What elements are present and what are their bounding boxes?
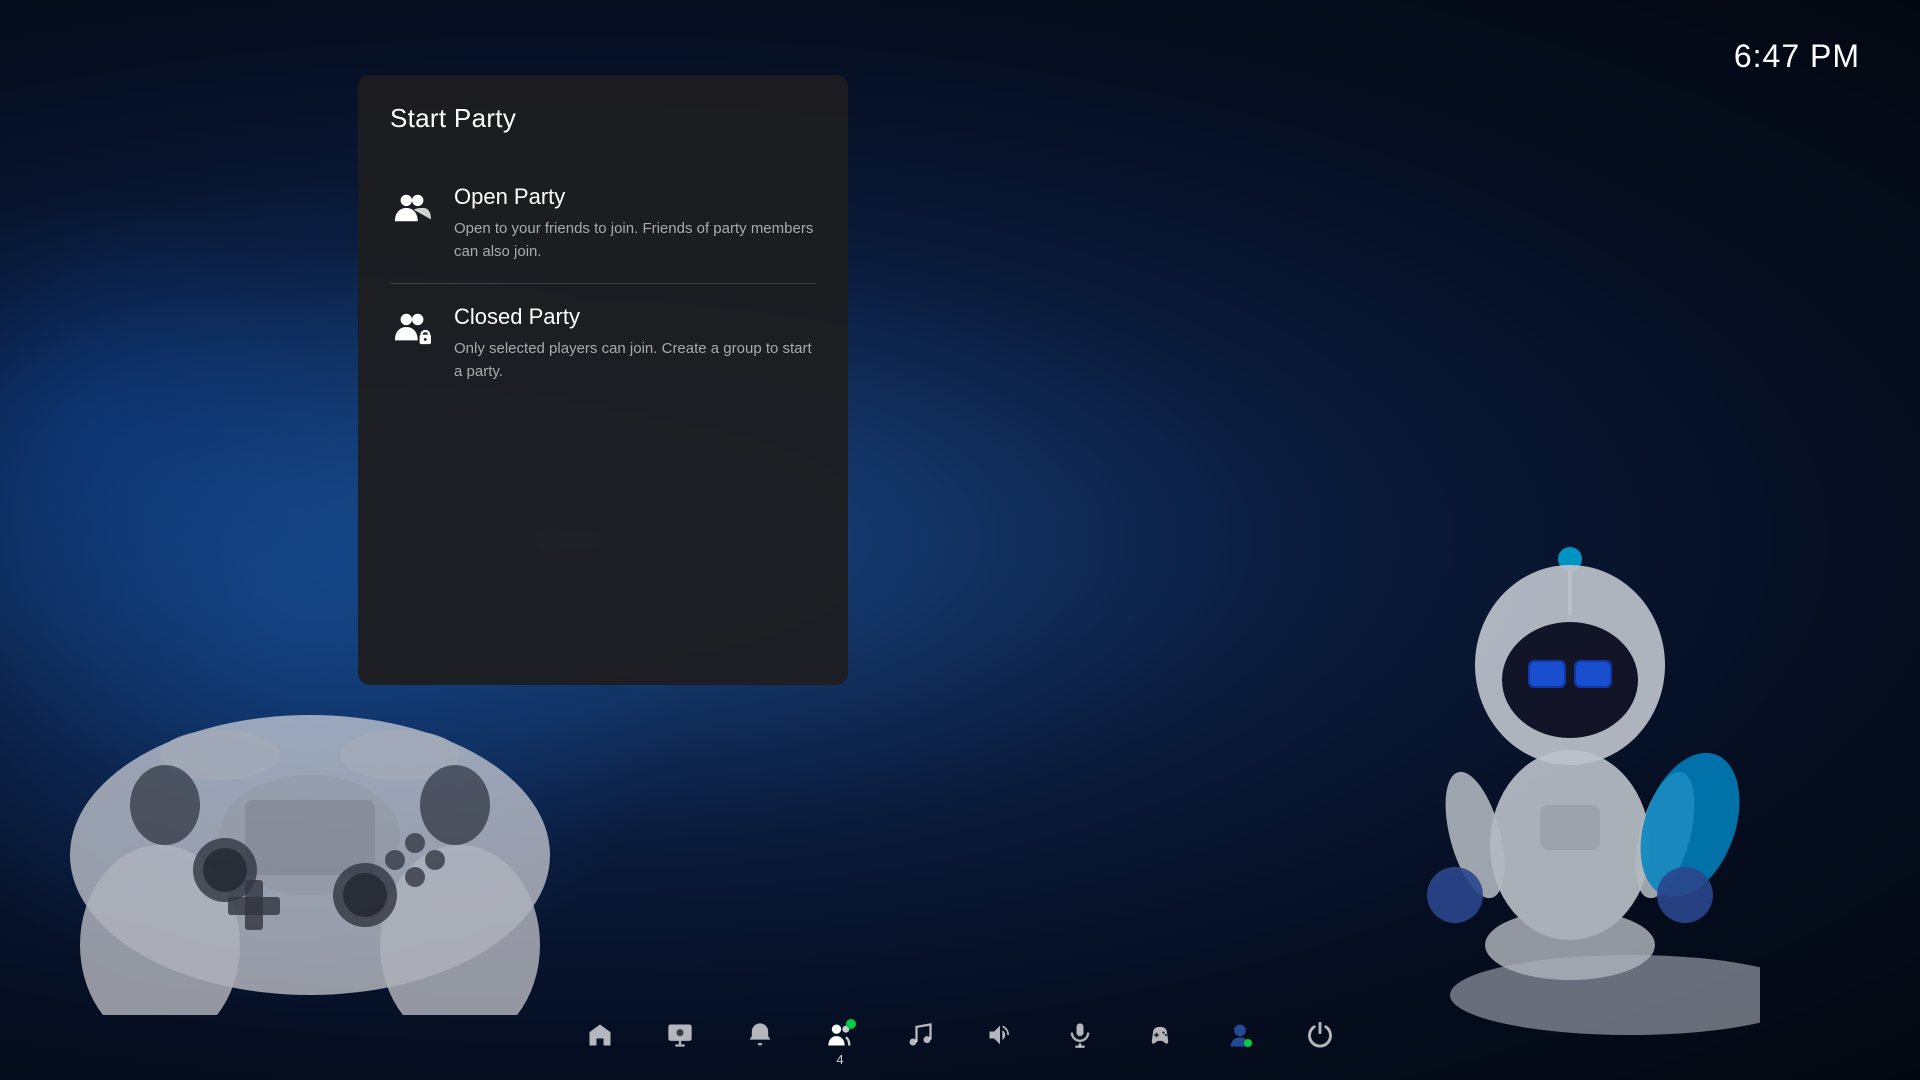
closed-party-desc: Only selected players can join. Create a…	[454, 338, 816, 383]
panel-title: Start Party	[390, 103, 816, 134]
home-icon	[586, 1021, 614, 1049]
taskbar-power[interactable]	[1306, 1021, 1334, 1049]
closed-party-icon	[390, 306, 434, 350]
open-party-option[interactable]: Open Party Open to your friends to join.…	[390, 164, 816, 283]
start-party-panel: Start Party Open Party Open to your frie…	[358, 75, 848, 685]
taskbar-media[interactable]	[666, 1021, 694, 1049]
closed-party-option[interactable]: Closed Party Only selected players can j…	[390, 284, 816, 403]
friends-count-badge: 4	[836, 1052, 843, 1067]
taskbar-profile[interactable]	[1226, 1021, 1254, 1049]
music-icon	[906, 1021, 934, 1049]
open-party-title: Open Party	[454, 184, 816, 210]
controller-icon	[1146, 1021, 1174, 1049]
taskbar-friends[interactable]: 4	[826, 1021, 854, 1049]
taskbar-notifications[interactable]	[746, 1021, 774, 1049]
bell-icon	[746, 1021, 774, 1049]
taskbar-controller[interactable]	[1146, 1021, 1174, 1049]
profile-online-dot	[1244, 1039, 1252, 1047]
open-party-content: Open Party Open to your friends to join.…	[454, 184, 816, 263]
taskbar-mic[interactable]	[1066, 1021, 1094, 1049]
mic-icon	[1066, 1021, 1094, 1049]
taskbar: 4	[0, 990, 1920, 1080]
time-display: 6:47 PM	[1734, 38, 1860, 75]
taskbar-volume[interactable]	[986, 1021, 1014, 1049]
volume-icon	[986, 1021, 1014, 1049]
taskbar-home[interactable]	[586, 1021, 614, 1049]
friends-online-badge	[846, 1019, 856, 1029]
taskbar-music[interactable]	[906, 1021, 934, 1049]
closed-party-content: Closed Party Only selected players can j…	[454, 304, 816, 383]
open-party-desc: Open to your friends to join. Friends of…	[454, 218, 816, 263]
closed-party-title: Closed Party	[454, 304, 816, 330]
astro-character	[1380, 535, 1760, 1040]
media-icon	[666, 1021, 694, 1049]
open-party-icon	[390, 186, 434, 230]
power-icon	[1306, 1021, 1334, 1049]
